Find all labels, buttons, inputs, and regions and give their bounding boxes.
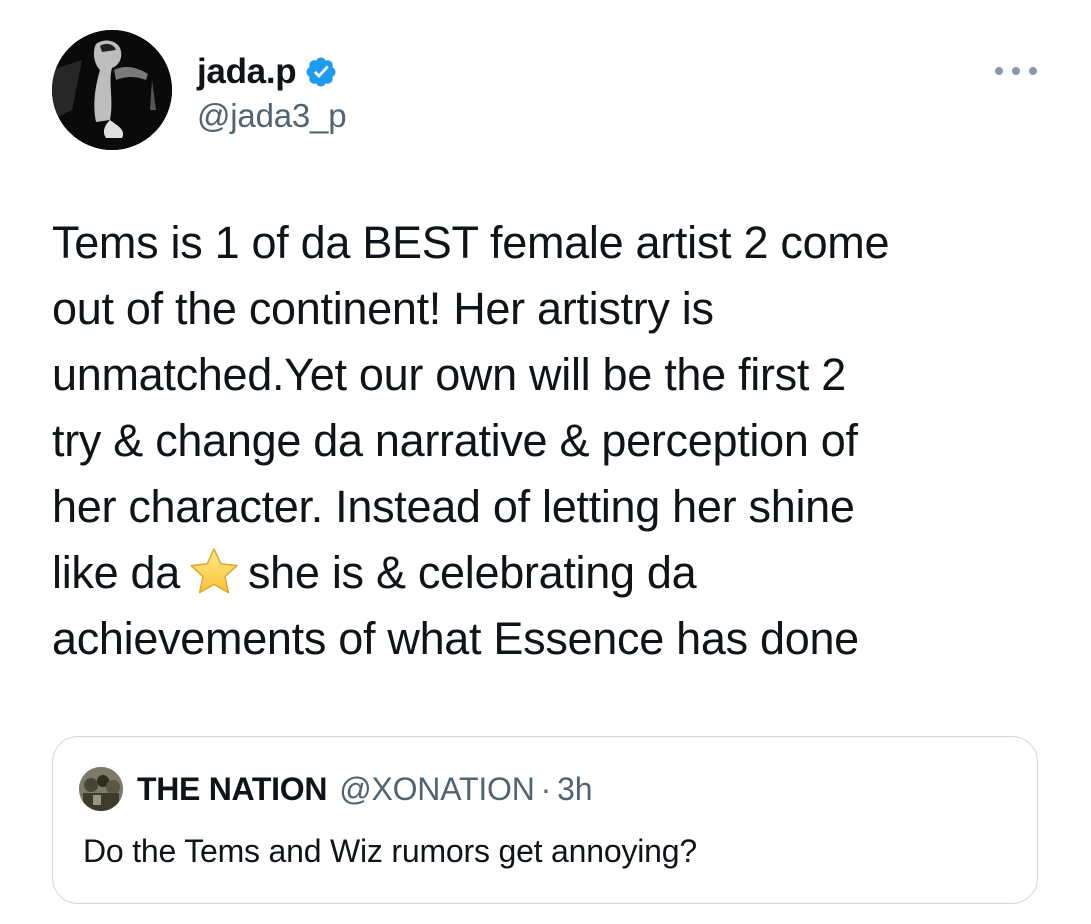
more-options-button[interactable] [995, 62, 1037, 80]
quoted-tweet-header: THE NATION @XONATION · 3h [79, 767, 592, 811]
quoted-author-name[interactable]: THE NATION [137, 771, 327, 808]
quoted-timestamp[interactable]: 3h [557, 771, 592, 808]
more-horizontal-icon [995, 67, 1003, 75]
author-avatar[interactable] [52, 30, 172, 150]
author-handle[interactable]: @jada3_p [197, 97, 347, 135]
author-name-row: jada.p [197, 50, 346, 94]
quoted-author-handle[interactable]: @XONATION [339, 771, 535, 808]
quoted-tweet[interactable]: THE NATION @XONATION · 3h Do the Tems an… [52, 736, 1038, 904]
tweet[interactable]: jada.p @jada3_p Tems is 1 of da BEST fem… [0, 0, 1091, 924]
tweet-text-line: unmatched.Yet our own will be the first … [52, 349, 846, 400]
quoted-profile-photo-icon [79, 767, 123, 811]
profile-photo-icon [52, 30, 172, 150]
author-display-name[interactable]: jada.p [197, 52, 297, 92]
tweet-text-line: try & change da narrative & perception o… [52, 415, 858, 466]
author-info: jada.p @jada3_p [197, 50, 347, 135]
more-dot [1029, 67, 1037, 75]
tweet-text-line: like da she is & celebrating da [52, 540, 1042, 606]
quoted-author-avatar[interactable] [79, 767, 123, 811]
quoted-separator: · [540, 770, 552, 807]
verified-badge-icon [304, 55, 338, 89]
more-dot [1012, 67, 1020, 75]
tweet-text-line: out of the continent! Her artistry is [52, 283, 714, 334]
tweet-text-line: her character. Instead of letting her sh… [52, 481, 855, 532]
tweet-text-line: achievements of what Essence has done [52, 613, 859, 664]
star-emoji-icon [186, 546, 242, 596]
quoted-tweet-text: Do the Tems and Wiz rumors get annoying? [83, 833, 697, 869]
tweet-text: Tems is 1 of da BEST female artist 2 com… [52, 210, 1042, 672]
tweet-text-line: Tems is 1 of da BEST female artist 2 com… [52, 217, 890, 268]
tweet-text-fragment: like da [52, 547, 180, 598]
tweet-text-fragment: she is & celebrating da [247, 547, 697, 598]
